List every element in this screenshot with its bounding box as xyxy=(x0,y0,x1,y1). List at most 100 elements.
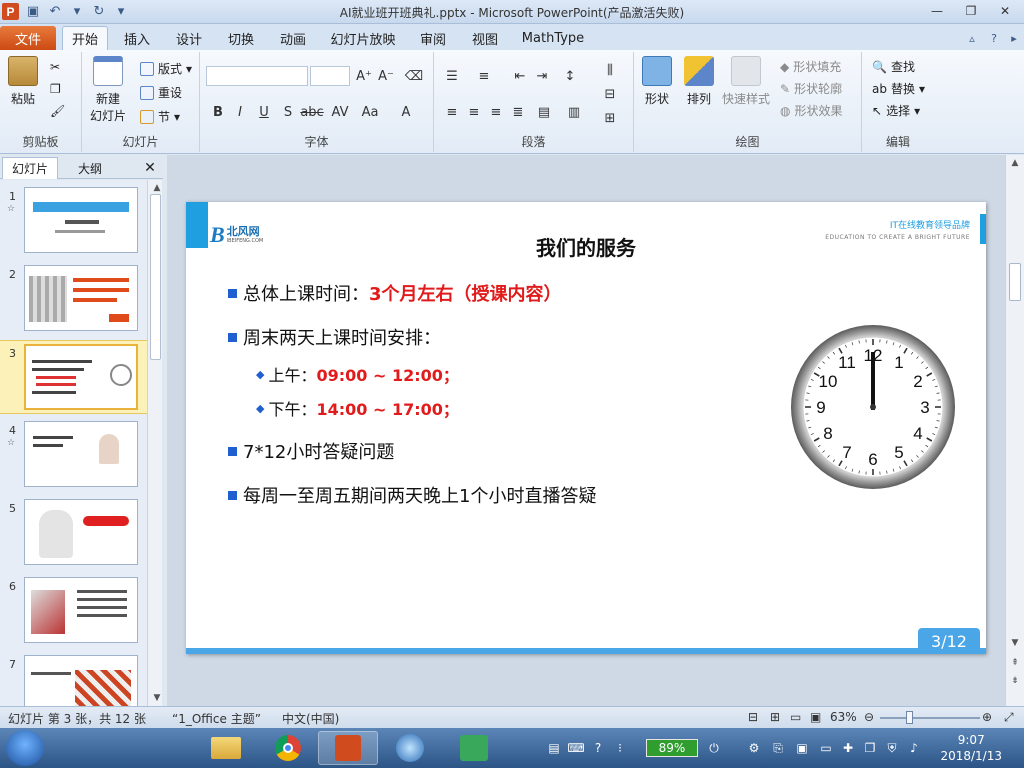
fit-to-window-icon[interactable]: ⤢ xyxy=(1004,710,1014,725)
new-slide-button[interactable]: 新建 幻灯片 xyxy=(90,56,126,124)
help-icon[interactable]: ? xyxy=(986,30,1002,46)
align-right-icon[interactable]: ≡ xyxy=(486,102,506,122)
slide-thumbnail[interactable] xyxy=(24,499,138,565)
next-slide-icon[interactable]: ⇟ xyxy=(1009,675,1021,687)
explorer-taskbar-button[interactable] xyxy=(196,731,256,765)
wall-clock-image[interactable]: 123456789101112 xyxy=(788,322,958,492)
underline-icon[interactable]: U xyxy=(254,102,274,122)
copy-icon[interactable]: ❐ xyxy=(50,82,61,96)
slide-thumbnail[interactable] xyxy=(24,577,138,643)
slide-canvas[interactable]: B 北风网 IBEIFENG.COM 我们的服务 IT在线教育领导品牌 EDUC… xyxy=(186,202,986,654)
thumbnail-row[interactable]: 5 xyxy=(0,496,147,570)
vertical-scrollbar[interactable]: ▲ ▼ ⇞ ⇟ xyxy=(1005,155,1024,706)
format-painter-icon[interactable]: 🖌 xyxy=(50,104,65,118)
font-color-icon[interactable]: A xyxy=(396,102,416,122)
shape-effects-button[interactable]: ◍ 形状效果 xyxy=(780,102,843,119)
theme-status[interactable]: “1_Office 主题” xyxy=(172,710,261,727)
close-pane-icon[interactable]: ✕ xyxy=(140,157,160,179)
thumbnail-scrollbar[interactable]: ▲ ▼ xyxy=(147,180,162,706)
copy-tray-icon[interactable]: ❐ xyxy=(862,740,878,756)
tab-view[interactable]: 视图 xyxy=(462,26,508,50)
help-tray-icon[interactable]: ? xyxy=(590,740,606,756)
section-button[interactable]: 节 ▾ xyxy=(140,108,180,125)
zoom-in-icon[interactable]: ⊕ xyxy=(982,710,992,724)
tab-animations[interactable]: 动画 xyxy=(270,26,316,50)
scroll-down-icon[interactable]: ▼ xyxy=(151,692,163,704)
language-status[interactable]: 中文(中国) xyxy=(282,710,339,727)
shrink-font-icon[interactable]: A⁻ xyxy=(376,66,396,86)
align-center-icon[interactable]: ≡ xyxy=(464,102,484,122)
clear-format-icon[interactable]: ⌫ xyxy=(404,66,424,86)
zoom-slider-thumb[interactable] xyxy=(906,711,913,724)
shape-outline-button[interactable]: ✎ 形状轮廓 xyxy=(780,80,842,97)
thumbnail-row[interactable]: 2 xyxy=(0,262,147,336)
align-left-icon[interactable]: ≡ xyxy=(442,102,462,122)
align-text-icon[interactable]: ⊟ xyxy=(600,84,620,104)
slideshow-view-icon[interactable]: ▣ xyxy=(810,710,821,724)
justify-icon[interactable]: ≣ xyxy=(508,102,528,122)
slide-thumbnail[interactable] xyxy=(24,187,138,253)
quick-styles-button[interactable]: 快速样式 xyxy=(722,56,770,107)
ime-tray-icon[interactable]: ⁝ xyxy=(612,740,628,756)
network-tray-icon[interactable]: ⚙ xyxy=(746,740,762,756)
battery-indicator[interactable]: 89% xyxy=(646,739,698,757)
minimize-ribbon-icon[interactable]: ▵ xyxy=(964,30,980,46)
tab-insert[interactable]: 插入 xyxy=(114,26,160,50)
increase-indent-icon[interactable]: ⇥ xyxy=(532,66,552,86)
tab-design[interactable]: 设计 xyxy=(166,26,212,50)
line-spacing-icon[interactable]: ↕ xyxy=(560,66,580,86)
tab-slides-pane[interactable]: 幻灯片 xyxy=(2,157,58,179)
remote-taskbar-button[interactable] xyxy=(444,731,504,765)
slide-count-status[interactable]: 幻灯片 第 3 张，共 12 张 xyxy=(8,710,146,727)
vertical-scroll-thumb[interactable] xyxy=(1009,263,1021,301)
monitor-tray-icon[interactable]: ▭ xyxy=(818,740,834,756)
font-size-combo[interactable] xyxy=(310,66,350,86)
shapes-button[interactable]: 形状 xyxy=(642,56,672,107)
pdf-tray-icon[interactable]: ▤ xyxy=(546,740,562,756)
cut-icon[interactable]: ✂ xyxy=(50,60,60,74)
sub-bullet-morning[interactable]: ◆ 上午： 09:00 ~ 12:00； xyxy=(256,362,459,386)
select-button[interactable]: ↖ 选择 ▾ xyxy=(872,102,920,119)
tab-file[interactable]: 文件 xyxy=(0,26,56,50)
replace-button[interactable]: ab 替换 ▾ xyxy=(872,80,925,97)
usb-tray-icon[interactable]: ⎘ xyxy=(770,740,786,756)
zoom-out-icon[interactable]: ⊖ xyxy=(864,710,874,724)
slide-thumbnail[interactable] xyxy=(24,655,138,706)
find-button[interactable]: 🔍 查找 xyxy=(872,58,915,75)
shield-tray-icon[interactable]: ⛨ xyxy=(884,740,900,756)
font-family-combo[interactable] xyxy=(206,66,308,86)
tab-mathtype[interactable]: MathType xyxy=(518,26,588,50)
volume-tray-icon[interactable]: ♪ xyxy=(906,740,922,756)
zoom-level[interactable]: 63% xyxy=(830,710,857,724)
reading-view-icon[interactable]: ▭ xyxy=(790,710,801,724)
normal-view-icon[interactable]: ⊟ xyxy=(748,710,758,724)
bullet-total-time[interactable]: 总体上课时间： 3个月左右（授课内容） xyxy=(228,280,562,306)
decrease-indent-icon[interactable]: ⇤ xyxy=(510,66,530,86)
scroll-down-icon[interactable]: ▼ xyxy=(1009,637,1021,649)
zoom-slider[interactable] xyxy=(880,717,980,719)
scroll-up-icon[interactable]: ▲ xyxy=(151,182,163,194)
reset-button[interactable]: 重设 xyxy=(140,84,182,101)
slide-thumbnail[interactable] xyxy=(24,344,138,410)
system-clock[interactable]: 9:07 2018/1/13 xyxy=(940,732,1002,764)
layout-button[interactable]: 版式 ▾ xyxy=(140,60,192,77)
restore-button[interactable]: ❐ xyxy=(956,0,986,22)
tab-transitions[interactable]: 切换 xyxy=(218,26,264,50)
thumbnail-scroll-thumb[interactable] xyxy=(150,194,161,360)
bullet-weekend-schedule[interactable]: 周末两天上课时间安排： xyxy=(228,324,441,350)
bullet-live-qa[interactable]: 每周一至周五期间两天晚上1个小时直播答疑 xyxy=(228,482,596,508)
bullets-icon[interactable]: ☰ xyxy=(442,66,462,86)
distributed-icon[interactable]: ▤ xyxy=(534,102,554,122)
thumbnail-row[interactable]: 1 ☆ xyxy=(0,184,147,258)
tab-home[interactable]: 开始 xyxy=(62,26,108,50)
bold-icon[interactable]: B xyxy=(208,102,228,122)
tab-review[interactable]: 审阅 xyxy=(410,26,456,50)
app-taskbar-button[interactable] xyxy=(380,731,440,765)
tab-slideshow[interactable]: 幻灯片放映 xyxy=(326,26,400,50)
bullet-qa-hours[interactable]: 7*12小时答疑问题 xyxy=(228,438,394,464)
powerpoint-taskbar-button[interactable] xyxy=(318,731,378,765)
add-tray-icon[interactable]: ✚ xyxy=(840,740,856,756)
sub-bullet-afternoon[interactable]: ◆ 下午： 14:00 ~ 17:00； xyxy=(256,396,459,420)
numbering-icon[interactable]: ≡ xyxy=(474,66,494,86)
smartart-icon[interactable]: ⊞ xyxy=(600,108,620,128)
